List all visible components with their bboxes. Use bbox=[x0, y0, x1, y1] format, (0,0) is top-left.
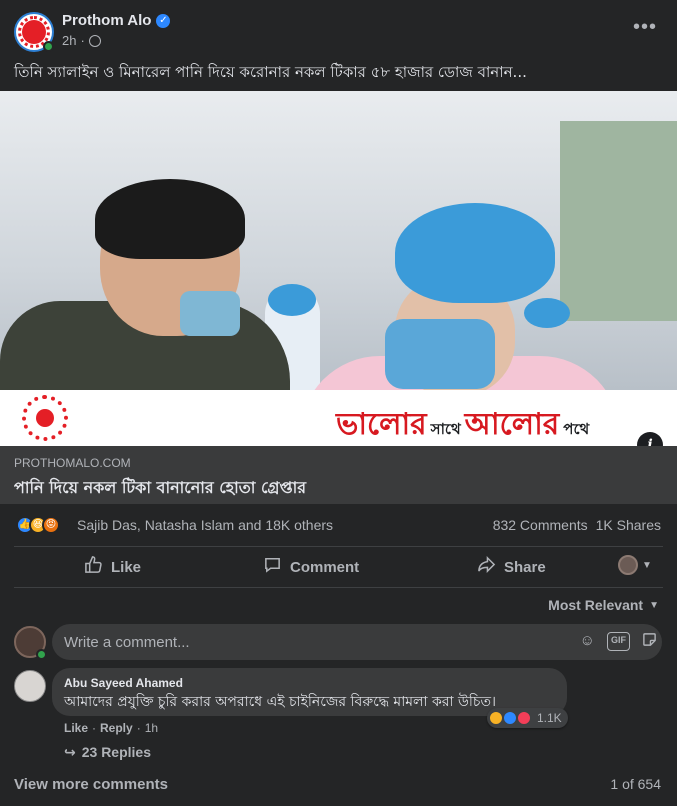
post-time[interactable]: 2h bbox=[62, 33, 76, 48]
slogan-small-1: সাথে bbox=[430, 420, 461, 438]
love-reaction-icon bbox=[517, 711, 531, 725]
comment-time[interactable]: 1h bbox=[145, 721, 158, 735]
like-button[interactable]: Like bbox=[84, 555, 141, 579]
audience-avatar bbox=[618, 555, 638, 575]
meta-separator: · bbox=[80, 33, 85, 48]
comment-input-tools: ☺ GIF bbox=[580, 632, 657, 651]
caret-down-icon: ▼ bbox=[642, 559, 652, 571]
brand-banner[interactable]: ভালোর সাথে আলোর পথে bbox=[0, 390, 677, 446]
write-comment-row: ☺ GIF bbox=[0, 624, 677, 662]
comment-like-button[interactable]: Like bbox=[64, 721, 88, 735]
angry-reaction-icon: 😡 bbox=[42, 516, 60, 534]
page-name-label[interactable]: Prothom Alo bbox=[62, 12, 151, 29]
comment-label: Comment bbox=[290, 558, 360, 576]
slogan-word-2: আলোর bbox=[464, 407, 560, 442]
comment-reaction-count: 1.1K bbox=[537, 711, 562, 725]
image-nurse-mask bbox=[385, 319, 495, 389]
image-background-nurse-cap bbox=[268, 284, 316, 316]
globe-icon bbox=[88, 34, 101, 47]
page-name[interactable]: Prothom Alo ✓ bbox=[62, 12, 171, 29]
like-label: Like bbox=[111, 558, 142, 576]
logo-dot bbox=[36, 409, 54, 427]
meta-separator: · bbox=[92, 721, 97, 735]
prothom-alo-logo bbox=[22, 395, 68, 441]
action-bar: Like Comment Share ▼ bbox=[0, 547, 677, 587]
post-stats: 👍 😆 😡 Sajib Das, Natasha Islam and 18K o… bbox=[0, 504, 677, 546]
share-arrow-icon bbox=[477, 555, 496, 579]
comment-reply-button[interactable]: Reply bbox=[100, 721, 133, 735]
caret-down-icon: ▼ bbox=[649, 599, 659, 611]
reply-arrow-icon: ↪ bbox=[64, 744, 76, 760]
like-reaction-icon bbox=[503, 711, 517, 725]
haha-reaction-icon bbox=[489, 711, 503, 725]
thumbs-up-icon bbox=[84, 555, 103, 579]
comment-reactions[interactable]: 1.1K bbox=[487, 708, 568, 728]
more-options-icon[interactable]: ••• bbox=[633, 16, 657, 39]
post-image[interactable] bbox=[0, 91, 677, 390]
comment-count[interactable]: 832 Comments bbox=[493, 517, 588, 533]
smiley-icon[interactable]: ☺ bbox=[580, 632, 595, 651]
link-title[interactable]: পানি দিয়ে নকল টিকা বানানোর হোতা গ্রেপ্ত… bbox=[14, 475, 306, 502]
share-label: Share bbox=[504, 558, 546, 576]
image-window bbox=[560, 121, 677, 321]
online-status-dot bbox=[36, 649, 47, 660]
link-domain: PROTHOMALO.COM bbox=[14, 456, 131, 470]
banner-slogan: ভালোর সাথে আলোর পথে bbox=[336, 400, 593, 451]
verified-badge-icon: ✓ bbox=[156, 13, 171, 28]
replies-label: 23 Replies bbox=[81, 744, 151, 760]
slogan-word-1: ভালোর bbox=[336, 407, 427, 442]
divider bbox=[14, 587, 663, 588]
speech-bubble-icon bbox=[263, 555, 282, 579]
slogan-small-2: পথে bbox=[563, 420, 590, 438]
audience-selector[interactable]: ▼ bbox=[618, 555, 652, 575]
reactor-names[interactable]: Sajib Das, Natasha Islam and 18K others bbox=[77, 517, 333, 533]
comment-author[interactable]: Abu Sayeed Ahamed bbox=[64, 676, 183, 690]
commenter-avatar[interactable] bbox=[14, 670, 46, 702]
comment-item: Abu Sayeed Ahamed আমাদের প্রযুক্তি চুরি … bbox=[0, 668, 677, 761]
comment-meta: Like · Reply · 1h bbox=[64, 721, 158, 735]
view-replies-button[interactable]: ↪ 23 Replies bbox=[64, 744, 151, 761]
comment-pager: 1 of 654 bbox=[610, 776, 661, 792]
view-more-comments[interactable]: View more comments bbox=[14, 776, 168, 793]
image-right-nurse-cap bbox=[524, 298, 570, 328]
comment-bubble: Abu Sayeed Ahamed আমাদের প্রযুক্তি চুরি … bbox=[52, 668, 567, 716]
post-meta: 2h · bbox=[62, 33, 101, 48]
image-man-mask bbox=[180, 291, 240, 336]
logo-sun bbox=[22, 20, 46, 44]
share-count[interactable]: 1K Shares bbox=[596, 517, 661, 533]
comment-sort-dropdown[interactable]: Most Relevant ▼ bbox=[548, 597, 659, 613]
sort-label: Most Relevant bbox=[548, 597, 644, 613]
post-caption: তিনি স্যালাইন ও মিনারেল পানি দিয়ে করোনা… bbox=[14, 63, 527, 81]
engagement-counts: 832 Comments 1K Shares bbox=[493, 517, 661, 533]
post-header: Prothom Alo ✓ 2h · ••• bbox=[0, 0, 677, 56]
share-button[interactable]: Share bbox=[477, 555, 546, 579]
comment-text: আমাদের প্রযুক্তি চুরি করার অপরাধে এই চাই… bbox=[64, 694, 496, 710]
comment-button[interactable]: Comment bbox=[263, 555, 359, 579]
online-status-dot bbox=[43, 41, 54, 52]
image-nurse-cap bbox=[395, 203, 555, 303]
link-preview[interactable]: PROTHOMALO.COM পানি দিয়ে নকল টিকা বানান… bbox=[0, 446, 677, 504]
comments-footer: View more comments 1 of 654 bbox=[0, 772, 677, 796]
gif-icon[interactable]: GIF bbox=[607, 632, 630, 651]
sticker-icon[interactable] bbox=[642, 632, 657, 651]
comment-input[interactable] bbox=[52, 624, 662, 660]
meta-separator: · bbox=[136, 721, 141, 735]
reaction-icons[interactable]: 👍 😆 😡 bbox=[16, 516, 60, 534]
image-man-hair bbox=[95, 179, 245, 259]
